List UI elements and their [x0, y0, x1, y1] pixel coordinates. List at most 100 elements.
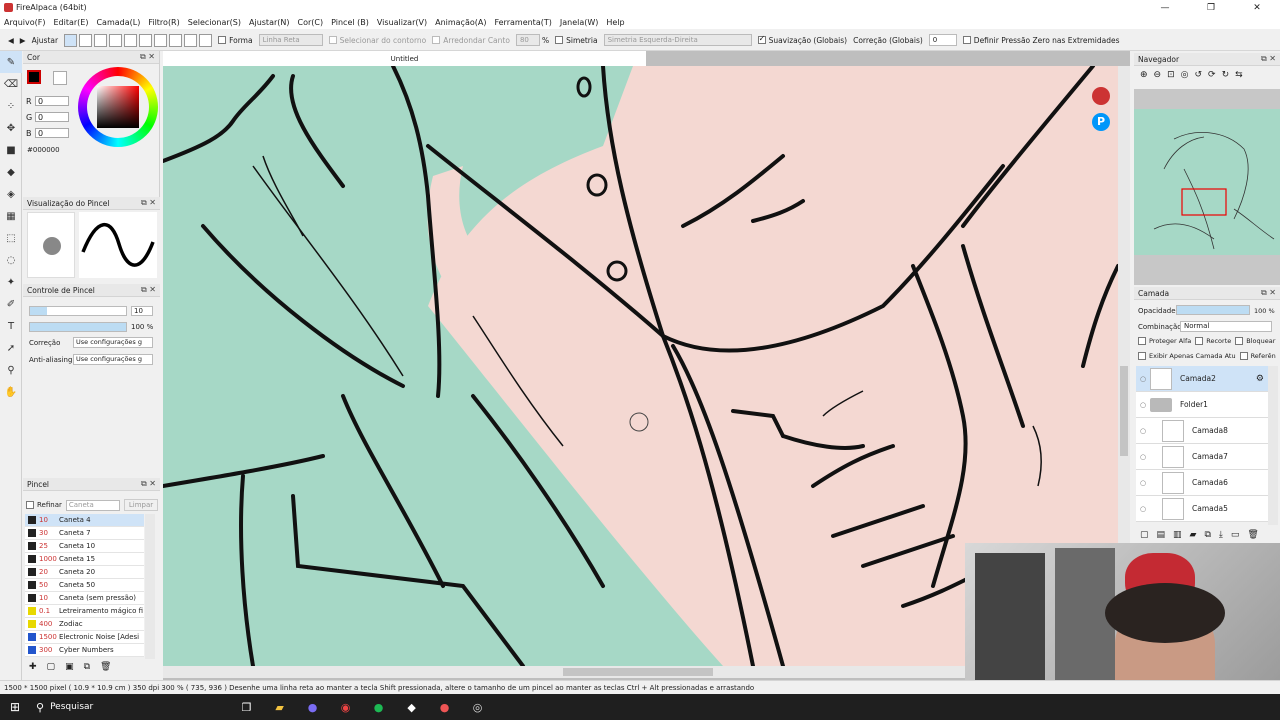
taskbar-search-icon[interactable]: ⚲: [36, 701, 44, 714]
document-tab[interactable]: Untitled: [163, 51, 646, 66]
chrome-icon[interactable]: ◉: [329, 701, 362, 714]
ajustar-label[interactable]: Ajustar: [32, 36, 59, 45]
red-input[interactable]: 0: [35, 96, 69, 106]
menu-brush[interactable]: Pincel (B): [331, 18, 369, 27]
dot-tool-icon[interactable]: ⁘: [0, 95, 22, 117]
green-input[interactable]: 0: [35, 112, 69, 122]
visibility-toggle-icon[interactable]: ○: [1136, 479, 1150, 487]
layer-row[interactable]: ○ Camada5: [1136, 496, 1268, 522]
windows-start-icon[interactable]: ⊞: [0, 700, 30, 714]
menu-help[interactable]: Help: [606, 18, 624, 27]
antialiasing-dropdown[interactable]: Use configurações g: [73, 354, 153, 365]
snap-vanishing-icon[interactable]: [109, 33, 123, 47]
visibility-toggle-icon[interactable]: ○: [1136, 453, 1150, 461]
brush-item[interactable]: 10 Caneta (sem pressão): [25, 592, 144, 605]
arredondar-input[interactable]: 80: [515, 34, 540, 46]
lock-checkbox[interactable]: [1235, 337, 1244, 345]
secondary-color-swatch[interactable]: [53, 71, 67, 85]
color-wheel[interactable]: [78, 67, 158, 147]
show-only-checkbox[interactable]: [1138, 352, 1146, 360]
add-brush-icon[interactable]: ✚: [29, 662, 37, 672]
protect-alpha-checkbox[interactable]: [1138, 337, 1146, 345]
recorder-icon[interactable]: ◎: [461, 701, 494, 714]
layer-opacity-slider[interactable]: [1176, 305, 1250, 315]
layer-row[interactable]: ○ Camada6: [1136, 470, 1268, 496]
layer-settings-icon[interactable]: ⚙: [1256, 374, 1264, 384]
fill-rect-tool-icon[interactable]: ■: [0, 139, 22, 161]
merge-down-icon[interactable]: ⤓: [1219, 530, 1223, 540]
blend-dropdown[interactable]: Normal: [1180, 321, 1272, 332]
visibility-toggle-icon[interactable]: ○: [1136, 401, 1150, 409]
brush-item[interactable]: 10 Caneta 4: [25, 514, 144, 527]
menu-edit[interactable]: Editar(E): [53, 18, 88, 27]
panel-close-icon[interactable]: ⧉ ✕: [1261, 288, 1276, 298]
game-icon[interactable]: ◆: [395, 701, 428, 714]
correcao-dropdown[interactable]: Use configurações g: [73, 337, 153, 348]
panel-close-icon[interactable]: ⧉ ✕: [140, 52, 155, 62]
snap-circle-icon[interactable]: [139, 33, 153, 47]
snap-cross-icon[interactable]: [94, 33, 108, 47]
brush-item[interactable]: 300 Cyber Numbers: [25, 644, 144, 657]
brush-item[interactable]: 400 Zodiac: [25, 618, 144, 631]
brush-list-scrollbar[interactable]: [145, 514, 155, 659]
reset-rotation-icon[interactable]: ⟳: [1208, 70, 1216, 80]
menu-select[interactable]: Selecionar(S): [188, 18, 241, 27]
next-arrow-icon[interactable]: ▶: [20, 36, 26, 45]
fill-tool-icon[interactable]: ◈: [0, 183, 22, 205]
actual-size-icon[interactable]: ◎: [1181, 70, 1189, 80]
task-view-icon[interactable]: ❐: [230, 701, 263, 714]
menu-adjust[interactable]: Ajustar(N): [249, 18, 290, 27]
visibility-toggle-icon[interactable]: ○: [1136, 427, 1150, 435]
new-layer-icon[interactable]: ▢: [1140, 530, 1149, 540]
brush-item[interactable]: 0.1 Letreiramento mágico fi: [25, 605, 144, 618]
clear-layer-icon[interactable]: ▭: [1231, 530, 1240, 540]
delete-brush-icon[interactable]: 🗑: [100, 662, 111, 672]
clipping-checkbox[interactable]: [1195, 337, 1204, 345]
snap-3d-icon[interactable]: [169, 33, 183, 47]
arredondar-checkbox[interactable]: [432, 36, 441, 44]
browser-icon[interactable]: ●: [296, 701, 329, 714]
correcao-select[interactable]: 0: [928, 34, 957, 46]
layer-row[interactable]: ○ Camada8: [1136, 418, 1268, 444]
spotify-icon[interactable]: ●: [362, 701, 395, 714]
maximize-button[interactable]: ❐: [1188, 0, 1234, 15]
brush-item[interactable]: 20 Caneta 20: [25, 566, 144, 579]
new-folder-icon[interactable]: ▰: [1190, 530, 1197, 540]
folder-brush-icon[interactable]: ▣: [65, 662, 74, 672]
text-tool-icon[interactable]: T: [0, 315, 22, 337]
operation-tool-icon[interactable]: ➚: [0, 337, 22, 359]
panel-close-icon[interactable]: ⧉ ✕: [141, 479, 156, 489]
primary-color-swatch[interactable]: [27, 70, 41, 84]
zoom-out-icon[interactable]: ⊖: [1154, 70, 1162, 80]
minimize-button[interactable]: —: [1142, 0, 1188, 15]
rotate-right-icon[interactable]: ↻: [1222, 70, 1230, 80]
gradient-tool-icon[interactable]: ▦: [0, 205, 22, 227]
blue-input[interactable]: 0: [35, 128, 69, 138]
snap-perspective-icon[interactable]: [199, 33, 213, 47]
refinar-checkbox[interactable]: [26, 501, 34, 509]
layer-folder-row[interactable]: ○ Folder1: [1136, 392, 1268, 418]
suavizacao-checkbox[interactable]: [757, 36, 766, 44]
brush-item[interactable]: 30 Caneta 7: [25, 527, 144, 540]
simetria-checkbox[interactable]: [555, 36, 564, 44]
lasso-tool-icon[interactable]: ◌: [0, 249, 22, 271]
new-layer-8bit-icon[interactable]: ▤: [1157, 530, 1166, 540]
pressao-checkbox[interactable]: [962, 36, 971, 44]
brush-item[interactable]: 1500 Electronic Noise [Adesi: [25, 631, 144, 644]
forma-checkbox[interactable]: [218, 36, 227, 44]
layer-row[interactable]: ○ Camada7: [1136, 444, 1268, 470]
size-input[interactable]: 10: [131, 306, 153, 316]
panel-close-icon[interactable]: ⧉ ✕: [141, 198, 156, 208]
opacity-slider[interactable]: [29, 322, 127, 332]
menu-animation[interactable]: Animação(A): [435, 18, 486, 27]
menu-window[interactable]: Janela(W): [560, 18, 599, 27]
move-tool-icon[interactable]: ✥: [0, 117, 22, 139]
rotate-left-icon[interactable]: ↺: [1195, 70, 1203, 80]
simetria-select[interactable]: Simetria Esquerda-Direita: [603, 34, 752, 46]
brush-tool-icon[interactable]: ✎: [0, 51, 22, 73]
prev-arrow-icon[interactable]: ◀: [8, 36, 14, 45]
delete-layer-icon[interactable]: 🗑: [1247, 530, 1258, 540]
menu-color[interactable]: Cor(C): [298, 18, 324, 27]
brush-item[interactable]: 50 Caneta 50: [25, 579, 144, 592]
firealpaca-taskbar-icon[interactable]: ●: [428, 701, 461, 714]
